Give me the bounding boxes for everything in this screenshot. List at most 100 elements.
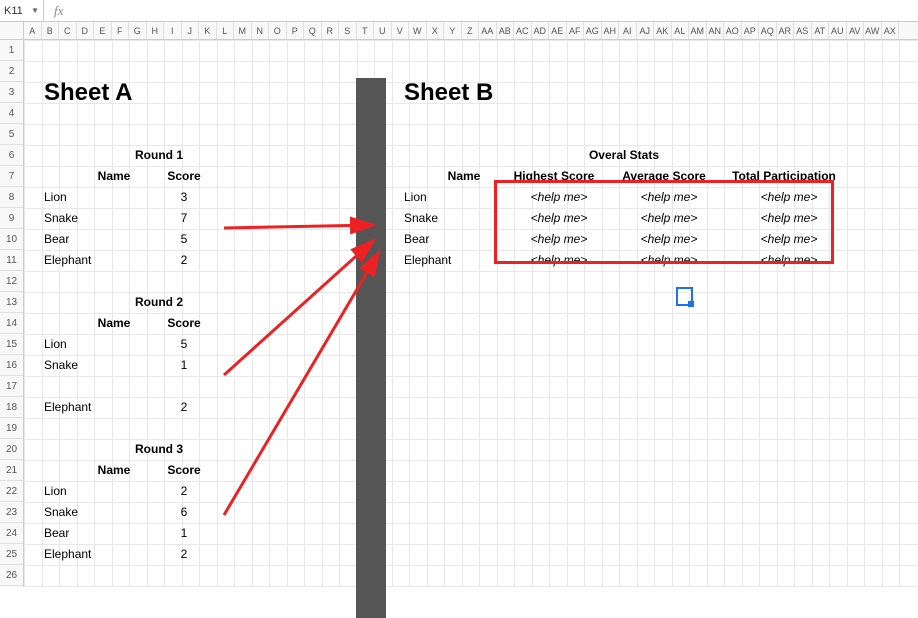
round-2-row-0-score[interactable]: 5 — [164, 333, 204, 354]
round-1-row-0-name[interactable]: Lion — [42, 186, 142, 207]
row-header-21[interactable]: 21 — [0, 460, 23, 481]
col-header-S[interactable]: S — [339, 22, 357, 39]
col-header-AL[interactable]: AL — [672, 22, 690, 39]
round-2-hdr-score[interactable]: Score — [154, 312, 214, 333]
col-header-B[interactable]: B — [42, 22, 60, 39]
round-2-row-3-score[interactable]: 2 — [164, 396, 204, 417]
stats-row-1-avg[interactable]: <help me> — [624, 207, 714, 228]
stats-hdr-avg[interactable]: Average Score — [609, 165, 719, 186]
col-header-R[interactable]: R — [322, 22, 340, 39]
col-header-X[interactable]: X — [427, 22, 445, 39]
round-3-label[interactable]: Round 3 — [99, 438, 219, 459]
col-header-AT[interactable]: AT — [812, 22, 830, 39]
col-header-AC[interactable]: AC — [514, 22, 532, 39]
round-1-row-2-name[interactable]: Bear — [42, 228, 142, 249]
stats-row-2-tot[interactable]: <help me> — [744, 228, 834, 249]
col-header-M[interactable]: M — [234, 22, 252, 39]
row-header-19[interactable]: 19 — [0, 418, 23, 439]
round-3-row-0-name[interactable]: Lion — [42, 480, 142, 501]
cells-area[interactable]: Sheet A Sheet B Round 1NameScoreLion3Sna… — [24, 40, 918, 587]
col-header-AE[interactable]: AE — [549, 22, 567, 39]
round-3-row-2-name[interactable]: Bear — [42, 522, 142, 543]
stats-row-2-high[interactable]: <help me> — [514, 228, 604, 249]
col-header-K[interactable]: K — [199, 22, 217, 39]
col-header-AS[interactable]: AS — [794, 22, 812, 39]
col-header-V[interactable]: V — [392, 22, 410, 39]
row-header-18[interactable]: 18 — [0, 397, 23, 418]
row-header-13[interactable]: 13 — [0, 292, 23, 313]
stats-row-3-avg[interactable]: <help me> — [624, 249, 714, 270]
row-header-7[interactable]: 7 — [0, 166, 23, 187]
select-all-corner[interactable] — [0, 22, 24, 39]
round-2-row-3-name[interactable]: Elephant — [42, 396, 142, 417]
stats-hdr-high[interactable]: Highest Score — [499, 165, 609, 186]
round-1-row-3-score[interactable]: 2 — [164, 249, 204, 270]
round-1-row-1-name[interactable]: Snake — [42, 207, 142, 228]
col-header-AP[interactable]: AP — [742, 22, 760, 39]
col-header-Z[interactable]: Z — [462, 22, 480, 39]
round-2-label[interactable]: Round 2 — [99, 291, 219, 312]
round-3-row-1-name[interactable]: Snake — [42, 501, 142, 522]
row-header-26[interactable]: 26 — [0, 565, 23, 586]
round-3-hdr-score[interactable]: Score — [154, 459, 214, 480]
col-header-D[interactable]: D — [77, 22, 95, 39]
round-2-row-2-name[interactable] — [42, 375, 142, 396]
col-header-J[interactable]: J — [182, 22, 200, 39]
stats-row-1-tot[interactable]: <help me> — [744, 207, 834, 228]
col-header-AR[interactable]: AR — [777, 22, 795, 39]
round-2-row-2-score[interactable] — [164, 375, 204, 396]
col-header-AU[interactable]: AU — [829, 22, 847, 39]
row-header-24[interactable]: 24 — [0, 523, 23, 544]
col-header-C[interactable]: C — [59, 22, 77, 39]
round-3-hdr-name[interactable]: Name — [79, 459, 149, 480]
col-header-H[interactable]: H — [147, 22, 165, 39]
round-1-row-1-score[interactable]: 7 — [164, 207, 204, 228]
round-1-hdr-name[interactable]: Name — [79, 165, 149, 186]
row-header-20[interactable]: 20 — [0, 439, 23, 460]
stats-row-1-name[interactable]: Snake — [402, 207, 492, 228]
col-header-AN[interactable]: AN — [707, 22, 725, 39]
col-header-AQ[interactable]: AQ — [759, 22, 777, 39]
stats-row-2-name[interactable]: Bear — [402, 228, 492, 249]
round-1-label[interactable]: Round 1 — [99, 144, 219, 165]
stats-row-3-high[interactable]: <help me> — [514, 249, 604, 270]
stats-row-0-tot[interactable]: <help me> — [744, 186, 834, 207]
stats-hdr-tot[interactable]: Total Participation — [719, 165, 849, 186]
row-header-10[interactable]: 10 — [0, 229, 23, 250]
col-header-Q[interactable]: Q — [304, 22, 322, 39]
row-header-16[interactable]: 16 — [0, 355, 23, 376]
round-2-row-1-name[interactable]: Snake — [42, 354, 142, 375]
col-header-T[interactable]: T — [357, 22, 375, 39]
col-header-U[interactable]: U — [374, 22, 392, 39]
col-header-AK[interactable]: AK — [654, 22, 672, 39]
name-box[interactable]: K11 ▼ — [0, 0, 44, 22]
row-header-17[interactable]: 17 — [0, 376, 23, 397]
row-header-12[interactable]: 12 — [0, 271, 23, 292]
row-header-3[interactable]: 3 — [0, 82, 23, 103]
row-header-14[interactable]: 14 — [0, 313, 23, 334]
stats-row-0-name[interactable]: Lion — [402, 186, 492, 207]
name-box-dropdown-icon[interactable]: ▼ — [31, 6, 39, 15]
round-3-row-3-name[interactable]: Elephant — [42, 543, 142, 564]
col-header-N[interactable]: N — [252, 22, 270, 39]
col-header-AV[interactable]: AV — [847, 22, 865, 39]
stats-row-2-avg[interactable]: <help me> — [624, 228, 714, 249]
row-header-25[interactable]: 25 — [0, 544, 23, 565]
round-3-row-2-score[interactable]: 1 — [164, 522, 204, 543]
round-1-hdr-score[interactable]: Score — [154, 165, 214, 186]
round-3-row-0-score[interactable]: 2 — [164, 480, 204, 501]
row-header-11[interactable]: 11 — [0, 250, 23, 271]
round-2-hdr-name[interactable]: Name — [79, 312, 149, 333]
row-header-6[interactable]: 6 — [0, 145, 23, 166]
stats-row-3-tot[interactable]: <help me> — [744, 249, 834, 270]
stats-row-0-high[interactable]: <help me> — [514, 186, 604, 207]
stats-row-0-avg[interactable]: <help me> — [624, 186, 714, 207]
col-header-AX[interactable]: AX — [882, 22, 900, 39]
col-header-AF[interactable]: AF — [567, 22, 585, 39]
col-header-AO[interactable]: AO — [724, 22, 742, 39]
row-header-15[interactable]: 15 — [0, 334, 23, 355]
row-header-2[interactable]: 2 — [0, 61, 23, 82]
col-header-AH[interactable]: AH — [602, 22, 620, 39]
col-header-Y[interactable]: Y — [444, 22, 462, 39]
col-header-AJ[interactable]: AJ — [637, 22, 655, 39]
